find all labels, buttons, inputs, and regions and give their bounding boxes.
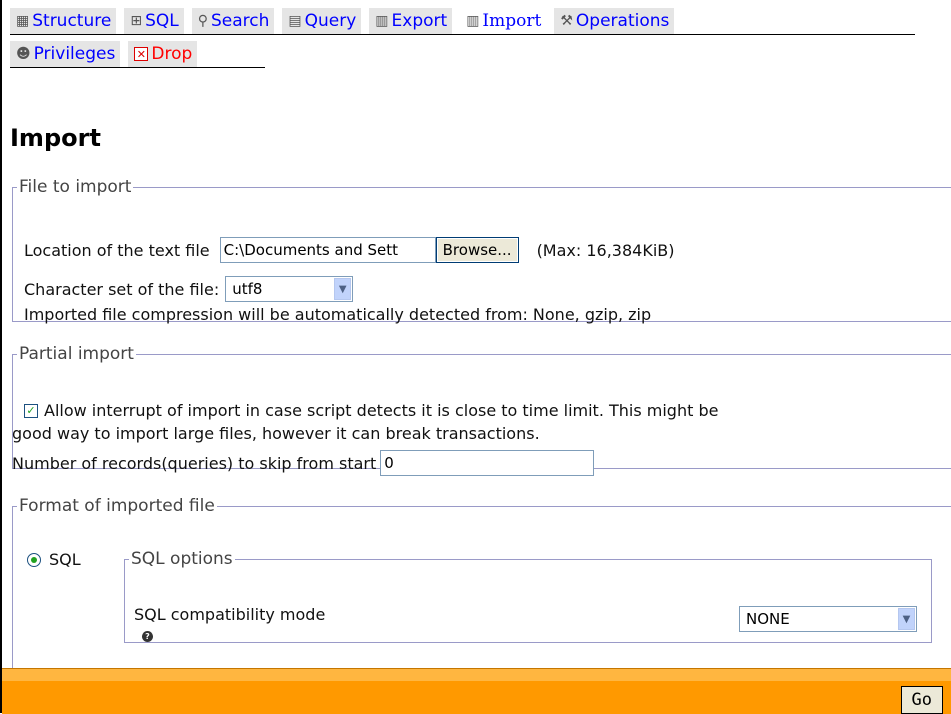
file-to-import-fieldset: File to import Location of the text file… (12, 177, 951, 324)
fieldset-legend: File to import (19, 177, 132, 197)
compat-mode-select[interactable]: NONE ▼ (739, 606, 917, 632)
tab-label: Operations (575, 11, 670, 31)
search-icon: ⚲ (197, 13, 208, 29)
allow-interrupt-checkbox[interactable]: ✓ (24, 403, 38, 418)
radio-dot (31, 556, 37, 563)
sql-format-label: SQL (49, 550, 81, 569)
tab-label: Structure (32, 11, 112, 31)
tab-label: Drop (151, 44, 193, 64)
tab-drop[interactable]: ✕ Drop (128, 41, 198, 67)
partial-import-fieldset: Partial import ✓ Allow interrupt of impo… (12, 344, 951, 476)
compression-row: Imported file compression will be automa… (24, 305, 651, 324)
allow-interrupt-label-cont: good way to import large files, however … (12, 424, 540, 443)
operations-icon: ⚒ (560, 13, 573, 29)
tab-export[interactable]: ▥ Export (369, 8, 453, 34)
tab-search[interactable]: ⚲ Search (191, 8, 275, 34)
help-row: ? (142, 631, 153, 642)
file-path-input[interactable] (219, 237, 436, 263)
tab-label: SQL (145, 11, 179, 31)
tab-label: Export (391, 11, 448, 31)
allow-interrupt-label: Allow interrupt of import in case script… (44, 401, 719, 420)
tab-structure[interactable]: ▦ Structure (10, 8, 117, 34)
tab-label: Query (304, 11, 357, 31)
compression-text: Imported file compression will be automa… (24, 305, 652, 324)
chevron-down-icon: ▼ (898, 608, 915, 630)
charset-select[interactable]: utf8 ▼ (225, 276, 354, 302)
chevron-down-icon: ▼ (334, 278, 352, 300)
sql-options-fieldset: SQL options SQL compatibility mode ? NON… (124, 549, 932, 643)
tab-bar: ▦ Structure ⊞ SQL ⚲ Search ▤ Query ▥ Export ▥… (10, 8, 951, 68)
fieldset-legend: Format of imported file (19, 496, 215, 516)
page-title: Import (10, 124, 101, 152)
go-button[interactable]: Go (900, 686, 943, 714)
skip-queries-input[interactable] (380, 450, 595, 476)
tab-operations[interactable]: ⚒ Operations (554, 8, 675, 34)
max-size-label: (Max: 16,384KiB) (536, 240, 675, 260)
fieldset-legend: SQL options (131, 549, 233, 569)
drop-icon: ✕ (134, 47, 149, 61)
tab-label: Import (482, 11, 542, 31)
tab-label: Search (210, 11, 270, 31)
privileges-icon: ☻ (16, 46, 31, 62)
charset-row: Character set of the file: utf8 ▼ (24, 276, 354, 302)
allow-interrupt-row: ✓ Allow interrupt of import in case scri… (24, 401, 718, 420)
tab-row-1: ▦ Structure ⊞ SQL ⚲ Search ▤ Query ▥ Export ▥… (10, 8, 915, 35)
location-row: Location of the text file Browse... (Max… (24, 237, 675, 263)
table-structure-icon: ▦ (16, 13, 30, 29)
tab-row-2: ☻ Privileges ✕ Drop (10, 41, 265, 68)
window-left-border (0, 0, 2, 713)
sql-format-radio[interactable] (27, 552, 41, 567)
compat-value: NONE (746, 610, 790, 628)
footer-highlight (2, 669, 951, 681)
form-footer: Go (2, 668, 951, 714)
compat-label: SQL compatibility mode (134, 605, 326, 624)
skip-label: Number of records(queries) to skip from … (12, 453, 377, 473)
tab-label: Privileges (33, 44, 116, 64)
tab-query[interactable]: ▤ Query (282, 8, 362, 34)
export-icon: ▥ (375, 13, 389, 29)
sql-format-row: SQL (27, 550, 81, 569)
help-icon[interactable]: ? (142, 631, 153, 642)
compat-select-row: NONE ▼ (739, 606, 917, 632)
tab-sql[interactable]: ⊞ SQL (124, 8, 184, 34)
skip-row: Number of records(queries) to skip from … (12, 450, 595, 476)
charset-value: utf8 (232, 280, 263, 298)
compat-label-row: SQL compatibility mode (134, 605, 325, 624)
tab-import[interactable]: ▥ Import (460, 8, 547, 34)
charset-label: Character set of the file: (24, 279, 220, 299)
import-icon: ▥ (466, 13, 480, 29)
tab-privileges[interactable]: ☻ Privileges (10, 41, 121, 67)
allow-interrupt-row-2: good way to import large files, however … (12, 424, 540, 443)
fieldset-legend: Partial import (19, 344, 134, 364)
location-label: Location of the text file (24, 240, 210, 260)
browse-button[interactable]: Browse... (435, 237, 519, 263)
query-icon: ▤ (288, 13, 302, 29)
sql-icon: ⊞ (130, 13, 143, 29)
